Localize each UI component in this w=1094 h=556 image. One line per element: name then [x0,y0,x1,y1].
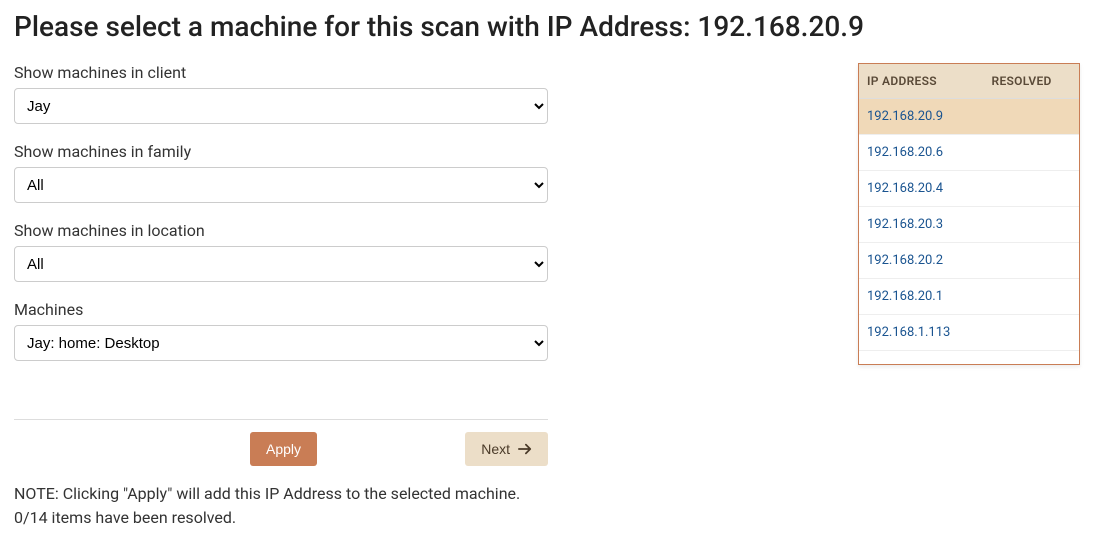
location-select[interactable]: All [14,246,548,282]
ip-cell: 192.168.20.4 [859,171,984,207]
resolved-cell [984,243,1079,279]
ip-cell: 192.168.20.1 [859,279,984,315]
resolved-cell [984,171,1079,207]
apply-button[interactable]: Apply [250,432,317,466]
resolved-cell [984,135,1079,171]
resolved-cell [984,315,1079,351]
table-row[interactable]: 192.168.20.2 [859,243,1079,279]
note-line-1: NOTE: Clicking "Apply" will add this IP … [14,482,548,506]
family-label: Show machines in family [14,142,548,161]
next-button[interactable]: Next [465,432,548,466]
ip-cell: 192.168.20.3 [859,207,984,243]
table-row[interactable]: 192.168.20.3 [859,207,1079,243]
note-line-2: 0/14 items have been resolved. [14,506,548,530]
col-ip[interactable]: IP ADDRESS [859,64,984,99]
table-row[interactable]: 192.168.20.9 [859,99,1079,135]
ip-panel-scroll[interactable]: IP ADDRESS RESOLVED 192.168.20.9192.168.… [859,64,1079,364]
client-label: Show machines in client [14,63,548,82]
resolved-cell [984,99,1079,135]
note-text: NOTE: Clicking "Apply" will add this IP … [14,482,548,530]
arrow-right-icon [518,442,532,456]
machines-select[interactable]: Jay: home: Desktop [14,325,548,361]
form-column: Show machines in client Jay Show machine… [14,63,548,530]
machines-label: Machines [14,300,548,319]
table-row[interactable]: 192.168.20.1 [859,279,1079,315]
table-row[interactable]: 192.168.20.6 [859,135,1079,171]
table-row[interactable]: 192.168.20.4 [859,171,1079,207]
col-resolved[interactable]: RESOLVED [984,64,1079,99]
next-button-label: Next [481,441,510,457]
page-title: Please select a machine for this scan wi… [14,10,1080,43]
table-row[interactable]: 192.168.1.113 [859,315,1079,351]
ip-cell: 192.168.20.6 [859,135,984,171]
apply-button-label: Apply [266,441,301,457]
location-label: Show machines in location [14,221,548,240]
client-select[interactable]: Jay [14,88,548,124]
ip-panel: IP ADDRESS RESOLVED 192.168.20.9192.168.… [858,63,1080,365]
resolved-cell [984,207,1079,243]
ip-cell: 192.168.20.9 [859,99,984,135]
family-select[interactable]: All [14,167,548,203]
divider [14,419,548,420]
ip-cell: 192.168.1.113 [859,315,984,351]
ip-cell: 192.168.20.2 [859,243,984,279]
ip-table: IP ADDRESS RESOLVED 192.168.20.9192.168.… [859,64,1079,351]
resolved-cell [984,279,1079,315]
